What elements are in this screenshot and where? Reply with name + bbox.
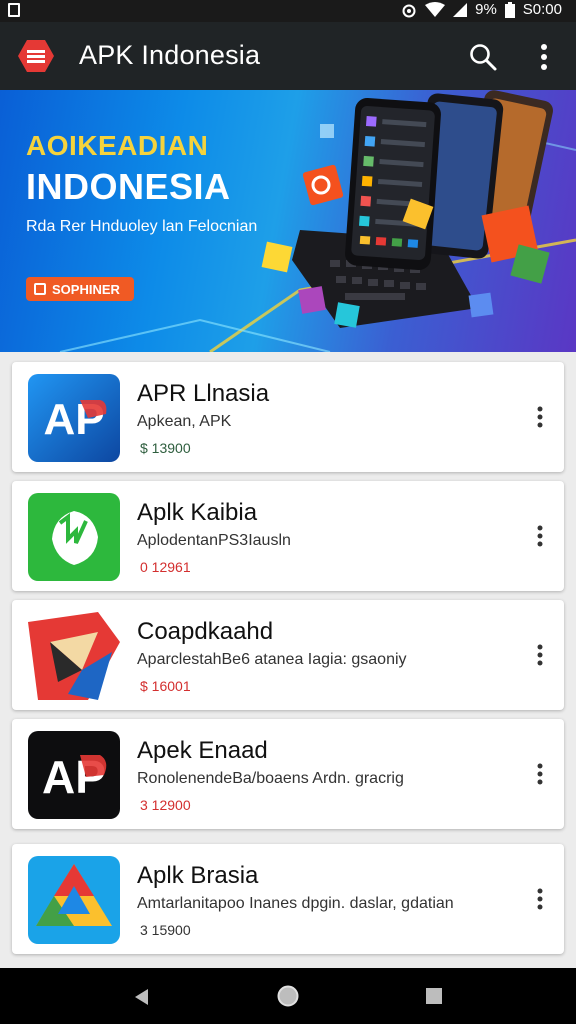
cta-icon (34, 283, 46, 295)
app-subtitle: Amtarlanitapoo Inanes dpgin. daslar, gda… (137, 895, 454, 912)
banner-tagline: Rda Rer Hnduoley lan Felocnian (26, 218, 258, 235)
app-name: Aplk Brasia (137, 862, 259, 889)
app-logo-icon[interactable] (18, 40, 54, 72)
app-card[interactable]: AP APR Llnasia Apkean, APK $ 13900 (12, 362, 564, 472)
app-name: Coapdkaahd (137, 618, 274, 645)
recent-square-icon[interactable] (425, 987, 443, 1005)
multicolor-shape-logo-icon (28, 856, 120, 944)
battery-percent: 9% (475, 1, 497, 18)
app-name: Aplk Kaibia (137, 499, 258, 526)
navigation-bar (0, 968, 576, 1024)
more-vert-icon[interactable] (536, 888, 544, 910)
back-triangle-icon[interactable] (132, 987, 152, 1007)
app-subtitle: AparclestahBe6 atanea Iagia: gsaoniy (137, 651, 407, 668)
more-vert-icon[interactable] (530, 42, 558, 72)
app-card[interactable]: Aplk Kaibia AplodentanPS3Iausln 0 12961 (12, 481, 564, 591)
battery-icon (504, 1, 515, 18)
more-vert-icon[interactable] (536, 644, 544, 666)
banner-cta-label: SOPHINER (52, 281, 120, 297)
banner-cta-button[interactable]: SOPHINER (26, 277, 134, 301)
wifi-icon (425, 1, 446, 17)
signal-icon (453, 2, 468, 17)
more-vert-icon[interactable] (536, 525, 544, 547)
app-price: 0 12961 (140, 559, 191, 575)
status-time: S0:00 (522, 1, 562, 18)
app-subtitle: Apkean, APK (137, 413, 232, 430)
app-card[interactable]: Coapdkaahd AparclestahBe6 atanea Iagia: … (12, 600, 564, 710)
ap-black-logo-icon: AP (28, 731, 120, 819)
more-vert-icon[interactable] (536, 763, 544, 785)
app-price: 3 15900 (140, 922, 191, 938)
more-vert-icon[interactable] (536, 406, 544, 428)
green-shield-logo-icon (28, 493, 120, 581)
app-price: $ 16001 (140, 678, 191, 694)
app-bar: APK Indonesia (0, 22, 576, 90)
app-name: Apek Enaad (137, 737, 268, 764)
app-title: APK Indonesia (79, 40, 261, 70)
alarm-icon (402, 4, 416, 17)
home-circle-icon[interactable] (276, 984, 300, 1008)
app-name: APR Llnasia (137, 380, 270, 407)
app-card[interactable]: Aplk Brasia Amtarlanitapoo Inanes dpgin.… (12, 844, 564, 954)
app-price: $ 13900 (140, 440, 191, 456)
banner-kicker: AOIKEADIAN (26, 130, 209, 161)
sim-card-icon (8, 3, 20, 17)
search-icon[interactable] (468, 42, 498, 72)
app-price: 3 12900 (140, 797, 191, 813)
app-subtitle: RonolenendeBa/boaens Ardn. gracrig (137, 770, 404, 787)
app-card[interactable]: AP Apek Enaad RonolenendeBa/boaens Ardn.… (12, 719, 564, 829)
app-subtitle: AplodentanPS3Iausln (137, 532, 291, 549)
promo-banner[interactable]: AOIKEADIAN INDONESIA Rda Rer Hnduoley la… (0, 90, 576, 352)
ap-blue-logo-icon: AP (28, 374, 120, 462)
status-bar: 9% S0:00 (0, 0, 576, 22)
banner-headline: INDONESIA (26, 166, 231, 207)
red-origami-logo-icon (28, 612, 120, 700)
